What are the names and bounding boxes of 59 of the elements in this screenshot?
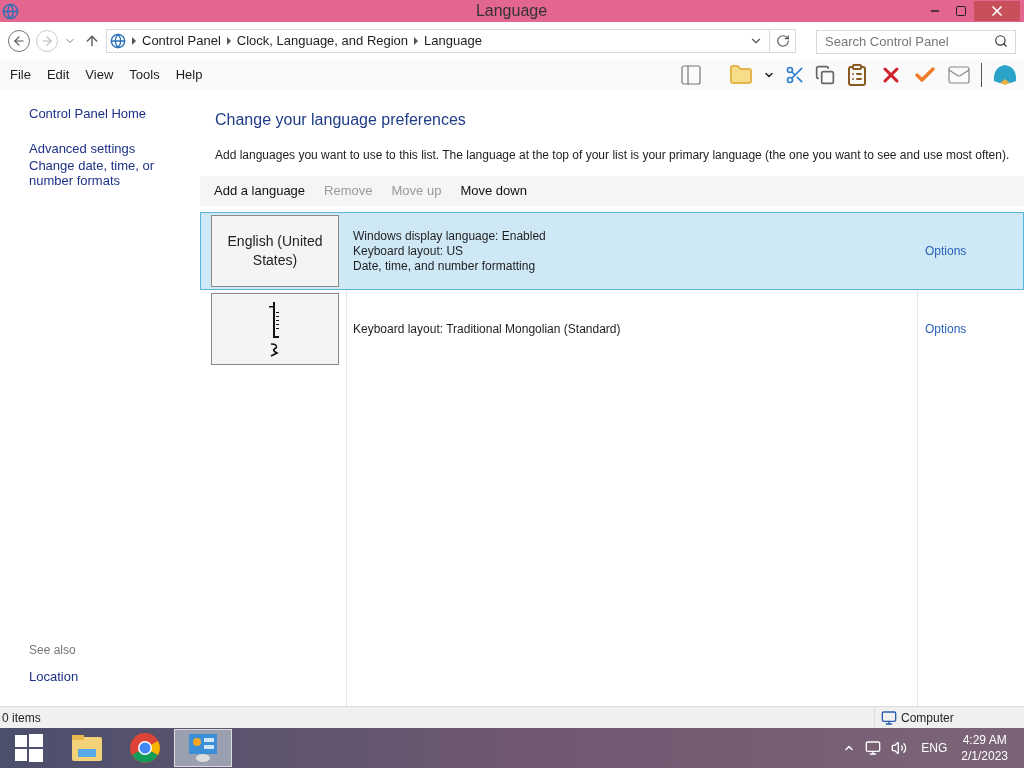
sidebar-link[interactable]: Advanced settings (29, 141, 200, 156)
language-tile[interactable]: English (United States) (211, 215, 339, 287)
language-tile[interactable] (211, 293, 339, 365)
clock[interactable]: 4:29 AM 2/1/2023 (961, 732, 1008, 764)
breadcrumb[interactable]: Clock, Language, and Region (236, 31, 409, 51)
language-detail: Keyboard layout: Traditional Mongolian (Standard) (353, 321, 622, 337)
breadcrumb-arrow-icon (226, 37, 231, 45)
language-row[interactable]: English (United States) Windows display language: Enabled Keyboard layout: US Date, time, and number formatting Options (200, 212, 1024, 290)
language-app-icon (2, 2, 19, 20)
language-detail: Date, time, and number formatting (353, 258, 537, 274)
control-panel-icon (187, 733, 219, 763)
copy-icon[interactable] (815, 65, 835, 85)
action-button[interactable]: Move down (460, 181, 527, 201)
zone-label: Computer (901, 709, 954, 727)
envelope-icon[interactable] (947, 63, 971, 87)
close-button[interactable] (974, 1, 1020, 21)
cut-icon[interactable] (785, 65, 805, 85)
options-link[interactable]: Options (925, 320, 1023, 338)
input-language[interactable]: ENG (921, 739, 948, 757)
windows-logo-icon (15, 734, 43, 762)
computer-icon (881, 709, 897, 726)
breadcrumb-arrow-icon (414, 37, 419, 45)
folder-icon (71, 733, 103, 763)
restore-icon (955, 5, 967, 17)
description: Add languages you want to use to this list. The language at the top of your list is your primary language (the one you want to see and use most often). (214, 147, 1011, 164)
back-arrow-icon (12, 34, 26, 48)
menu-item[interactable]: View (85, 65, 114, 85)
browser-icon (129, 732, 161, 764)
menu-item[interactable]: Help (175, 65, 203, 85)
see-also-heading: See also (29, 641, 77, 659)
menu-item[interactable]: Tools (129, 65, 160, 85)
search-field[interactable]: Search Control Panel (816, 29, 1016, 54)
script-sample-icon (268, 300, 282, 358)
refresh-icon[interactable] (775, 34, 790, 48)
search-icon (994, 34, 1008, 48)
forward-arrow-icon (40, 34, 54, 48)
options-link[interactable]: Options (925, 242, 1023, 260)
breadcrumb-arrow-icon (132, 37, 136, 45)
sidebar-link[interactable]: Change date, time, or number formats (29, 158, 200, 188)
language-app-icon (110, 33, 126, 49)
menu-item[interactable]: File (10, 65, 31, 85)
address-bar[interactable]: Control Panel Clock, Language, and Region Language (106, 29, 796, 53)
paste-icon[interactable] (845, 63, 869, 87)
language-detail: Keyboard layout: US (353, 243, 465, 259)
up-button-icon[interactable] (84, 33, 100, 49)
action-button[interactable]: Add a language (214, 181, 306, 201)
sidebar-link[interactable]: Control Panel Home (29, 106, 200, 121)
breadcrumb[interactable]: Control Panel (142, 31, 221, 51)
breadcrumb[interactable]: Language (424, 31, 482, 51)
page-heading: Change your language preferences (214, 110, 467, 130)
menu-item[interactable]: Edit (46, 65, 70, 85)
sidebar-link[interactable]: Location (29, 666, 200, 686)
language-detail: Windows display language: Enabled (353, 228, 547, 244)
language-row[interactable]: Keyboard layout: Traditional Mongolian (Standard) Options (200, 290, 1024, 368)
item-count: 0 items (1, 709, 41, 727)
volume-icon[interactable] (891, 740, 908, 756)
layout-pane-icon[interactable] (679, 63, 703, 87)
close-icon (989, 3, 1005, 19)
window-title: Language (475, 1, 548, 21)
